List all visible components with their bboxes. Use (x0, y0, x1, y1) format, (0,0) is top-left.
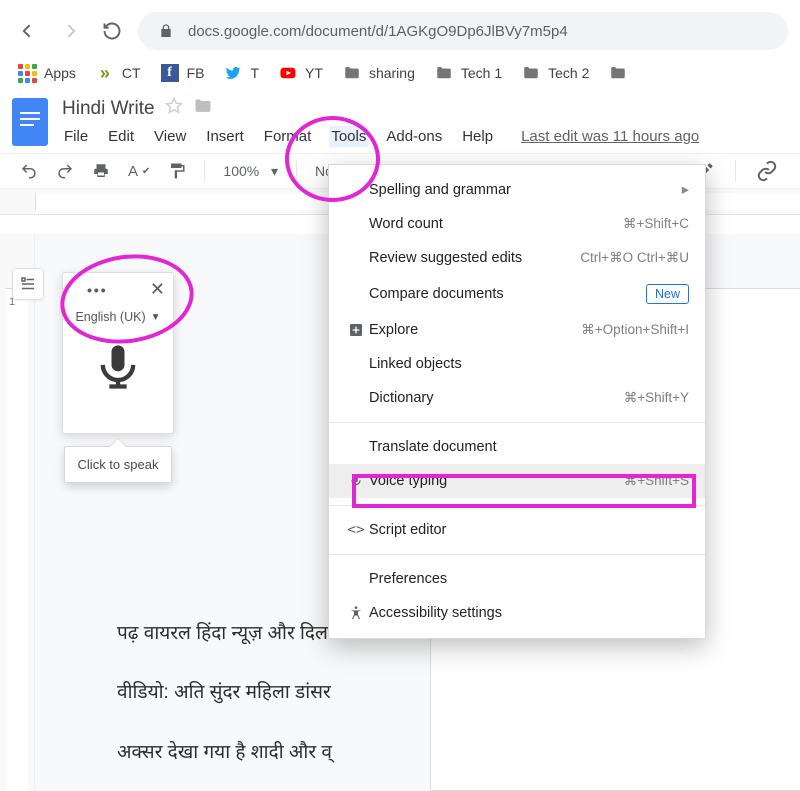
voice-tooltip: Click to speak (64, 446, 172, 483)
tools-preferences[interactable]: Preferences (329, 562, 705, 596)
address-bar[interactable]: docs.google.com/document/d/1AGKgO9Dp6JlB… (138, 12, 788, 50)
explore-icon (343, 322, 369, 338)
bm-ct[interactable]: » CT (96, 64, 141, 82)
zoom-select[interactable]: 100% ▾ (223, 163, 278, 180)
reload-button[interactable] (96, 15, 128, 47)
menu-tools[interactable]: Tools (329, 126, 368, 147)
microphone-icon (343, 474, 369, 488)
chevron-down-icon: ▼ (151, 312, 161, 323)
insert-link-button[interactable] (756, 160, 778, 182)
folder-icon (343, 64, 361, 82)
voice-typing-panel[interactable]: ••• ✕ English (UK) ▼ (62, 272, 174, 434)
bm-tech1[interactable]: Tech 1 (435, 64, 502, 82)
tools-spelling[interactable]: Spelling and grammar▸ (329, 173, 705, 207)
tools-wordcount[interactable]: Word count⌘+Shift+C (329, 207, 705, 241)
docs-logo-icon[interactable] (12, 98, 48, 146)
docs-header: Hindi Write File Edit View Insert Format… (0, 92, 800, 147)
menu-file[interactable]: File (62, 126, 90, 147)
spellcheck-button[interactable]: A✔ (128, 163, 150, 180)
vertical-ruler: 1 (0, 234, 35, 791)
tools-dictionary[interactable]: Dictionary⌘+Shift+Y (329, 381, 705, 415)
tools-explore[interactable]: Explore⌘+Option+Shift+I (329, 313, 705, 347)
youtube-icon (279, 64, 297, 82)
menu-bar: File Edit View Insert Format Tools Add-o… (62, 126, 699, 147)
url-text: docs.google.com/document/d/1AGKgO9Dp6JlB… (188, 23, 568, 40)
menu-view[interactable]: View (152, 126, 188, 147)
tools-translate[interactable]: Translate document (329, 430, 705, 464)
forward-button[interactable] (54, 15, 86, 47)
undo-button[interactable] (20, 162, 38, 180)
apps-label: Apps (44, 65, 76, 81)
star-icon[interactable] (165, 97, 183, 121)
tools-voice-typing[interactable]: Voice typing⌘+Shift+S (329, 464, 705, 498)
browser-toolbar: docs.google.com/document/d/1AGKgO9Dp6JlB… (0, 0, 800, 52)
code-icon: <> (343, 522, 369, 538)
tools-dropdown: Spelling and grammar▸ Word count⌘+Shift+… (328, 164, 706, 639)
text-line: वीडियो: अति सुंदर महिला डांसर (117, 678, 800, 707)
tools-accessibility[interactable]: Accessibility settings (329, 596, 705, 630)
apps-icon (18, 64, 36, 82)
bm-t[interactable]: T (224, 64, 259, 82)
facebook-icon: f (161, 64, 179, 82)
folder-icon (435, 64, 453, 82)
bm-fb[interactable]: f FB (161, 64, 205, 82)
tools-compare[interactable]: Compare documentsNew (329, 275, 705, 313)
menu-help[interactable]: Help (460, 126, 495, 147)
folder-icon (609, 64, 627, 82)
redo-button[interactable] (56, 162, 74, 180)
move-folder-icon[interactable] (193, 96, 213, 122)
app-root: { "browser":{ "url":"docs.google.com/doc… (0, 0, 800, 791)
menu-addons[interactable]: Add-ons (384, 126, 444, 147)
apps-button[interactable]: Apps (18, 64, 76, 82)
menu-insert[interactable]: Insert (204, 126, 246, 147)
more-icon[interactable]: ••• (71, 282, 108, 298)
print-button[interactable] (92, 162, 110, 180)
folder-icon (522, 64, 540, 82)
outline-toggle-button[interactable] (12, 268, 44, 300)
bm-more[interactable] (609, 64, 627, 82)
menu-format[interactable]: Format (262, 126, 314, 147)
text-line: अक्सर देखा गया है शादी और व् (117, 738, 800, 767)
new-badge: New (646, 284, 689, 304)
twitter-icon (224, 64, 242, 82)
bm-yt[interactable]: YT (279, 64, 323, 82)
paint-format-button[interactable] (168, 162, 186, 180)
microphone-icon[interactable] (92, 341, 144, 393)
close-icon[interactable]: ✕ (150, 279, 165, 300)
bm-sharing[interactable]: sharing (343, 64, 415, 82)
tools-linked[interactable]: Linked objects (329, 347, 705, 381)
voice-language-select[interactable]: English (UK) ▼ (63, 310, 173, 324)
accessibility-icon (343, 605, 369, 621)
bookmarks-bar: Apps » CT f FB T YT sharing Tech 1 Tech … (0, 52, 800, 92)
menu-edit[interactable]: Edit (106, 126, 136, 147)
bm-tech2[interactable]: Tech 2 (522, 64, 589, 82)
submenu-arrow-icon: ▸ (682, 182, 689, 198)
back-button[interactable] (12, 15, 44, 47)
last-edit-link[interactable]: Last edit was 11 hours ago (521, 128, 699, 145)
lock-icon (158, 23, 174, 39)
tools-script-editor[interactable]: <> Script editor (329, 513, 705, 547)
tools-review[interactable]: Review suggested editsCtrl+⌘O Ctrl+⌘U (329, 241, 705, 275)
ct-icon: » (96, 64, 114, 82)
doc-title[interactable]: Hindi Write (62, 98, 155, 120)
